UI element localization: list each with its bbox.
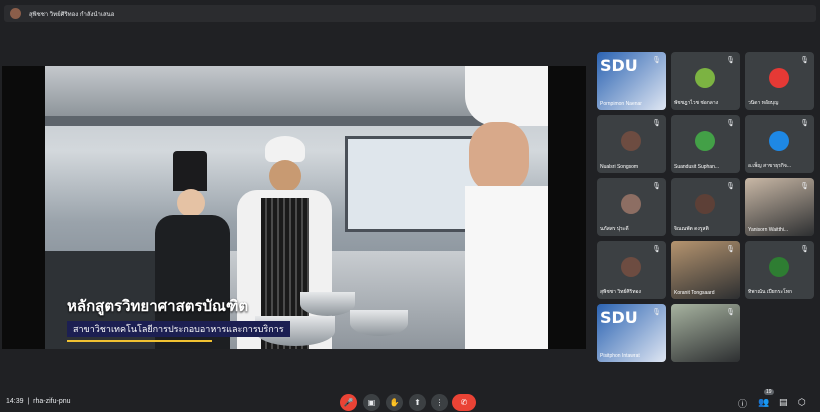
sdu-logo: SDU [600,308,638,327]
participant-name: จิณณพัต ดงรูสติ [674,226,709,232]
participant-tile[interactable]: 🎙 Nualsri Songsom [597,115,666,173]
sdu-logo: SDU [600,56,638,75]
participant-avatar [769,68,789,88]
mic-muted-icon: 🎙 [652,120,661,127]
participant-avatar [621,257,641,277]
participant-tile[interactable]: 🎙 [671,304,740,362]
participant-name: ทิพาณัน เปียกระโทก [748,289,793,295]
mic-muted-icon: 🎙 [652,57,661,64]
caption-underline [67,340,212,342]
slide-title: หลักสูตรวิทยาศาสตรบัณฑิต [67,298,249,315]
participant-tile[interactable]: 🎙 ทิพาณัน เปียกระโทก [745,241,814,299]
mic-muted-icon: 🎙 [800,183,809,190]
presentation-slide: หลักสูตรวิทยาศาสตรบัณฑิต สาขาวิชาเทคโนโล… [45,66,548,349]
participant-name: Pornpimon Naenar [600,101,642,107]
chef-foreground [465,66,548,349]
participant-avatar [695,68,715,88]
participant-avatar [621,194,641,214]
participant-name: อ.เพ็ญ สาขาธุรกิจ... [748,163,791,169]
participant-avatar [695,194,715,214]
end-call-button[interactable]: ✆ [452,394,476,411]
activities-icon[interactable]: ⬡ [798,397,806,408]
participant-tile[interactable]: 🎙 วนิดา หอัยบุญ [745,52,814,110]
chat-icon[interactable]: ▤ [779,397,788,408]
camera-button[interactable]: ▣ [363,394,380,411]
participant-tile[interactable]: SDU 🎙 Pornpimon Naenar [597,52,666,110]
presenter-name: สุพิชชา วิทย์ศิริทอง กำลังนำเสนอ [29,11,115,18]
mixing-bowl [300,292,355,316]
mic-muted-icon: 🎙 [800,246,809,253]
more-options-button[interactable]: ⋮ [431,394,448,411]
mixing-bowl [350,310,408,336]
meeting-info: 14:39 | rha-zifu-pnu [6,398,71,405]
participant-name: วนิดา หอัยบุญ [748,100,779,106]
mic-muted-icon: 🎙 [726,309,735,316]
participant-name: Suandusit Suphan... [674,164,720,170]
presenter-bar: สุพิชชา วิทย์ศิริทอง กำลังนำเสนอ [4,5,816,22]
participant-avatar [621,131,641,151]
participant-tile[interactable]: 🎙 สุพิชชา วิทย์ศิริทอง [597,241,666,299]
slide-subtitle: สาขาวิชาเทคโนโลยีการประกอบอาหารและการบริ… [67,321,290,337]
participant-name: สุพิชชา วิทย์ศิริทอง [600,289,641,295]
participant-avatar [769,257,789,277]
participant-name: Koranit Tongsaard [674,290,715,296]
slide-caption: หลักสูตรวิทยาศาสตรบัณฑิต สาขาวิชาเทคโนโล… [67,294,290,342]
participant-name: พัชชฎาไวช ช่อกลาง [674,100,719,106]
mic-muted-icon: 🎙 [726,246,735,253]
participant-tile[interactable]: 🎙 Koranit Tongsaard [671,241,740,299]
present-button[interactable]: ⬆ [409,394,426,411]
participant-tile[interactable]: 🎙 นภัสสร ปุระดี [597,178,666,236]
mic-muted-icon: 🎙 [652,309,661,316]
participant-avatar [695,131,715,151]
people-icon[interactable]: 👥 [758,397,769,408]
info-icon[interactable]: ⓘ [738,397,747,410]
mic-muted-icon: 🎙 [726,57,735,64]
participant-name: Yanisorn Waitthi... [748,227,789,233]
participant-avatar [769,131,789,151]
presenter-avatar [10,8,21,19]
participant-tile[interactable]: 🎙 Yanisorn Waitthi... [745,178,814,236]
participant-name: นภัสสร ปุระดี [600,226,629,232]
raise-hand-button[interactable]: ✋ [386,394,403,411]
participant-tile[interactable]: 🎙 จิณณพัต ดงรูสติ [671,178,740,236]
participant-name: Pisitphon Intawrat [600,353,640,359]
mic-muted-icon: 🎙 [800,120,809,127]
meeting-code: rha-zifu-pnu [33,398,71,405]
mic-muted-icon: 🎙 [726,120,735,127]
participant-tile[interactable]: 🎙 อ.เพ็ญ สาขาธุรกิจ... [745,115,814,173]
presentation-area: หลักสูตรวิทยาศาสตรบัณฑิต สาขาวิชาเทคโนโล… [2,66,586,349]
mic-off-button[interactable]: 🎤 [340,394,357,411]
mic-muted-icon: 🎙 [800,57,809,64]
participant-tile[interactable]: 🎙 พัชชฎาไวช ช่อกลาง [671,52,740,110]
meeting-time: 14:39 [6,398,24,405]
mic-muted-icon: 🎙 [652,246,661,253]
participant-name: Nualsri Songsom [600,164,639,170]
participant-tile[interactable]: SDU 🎙 Pisitphon Intawrat [597,304,666,362]
participant-tile[interactable]: 🎙 Suandusit Suphan... [671,115,740,173]
mic-muted-icon: 🎙 [726,183,735,190]
mic-muted-icon: 🎙 [652,183,661,190]
people-count-badge: 19 [764,389,774,395]
